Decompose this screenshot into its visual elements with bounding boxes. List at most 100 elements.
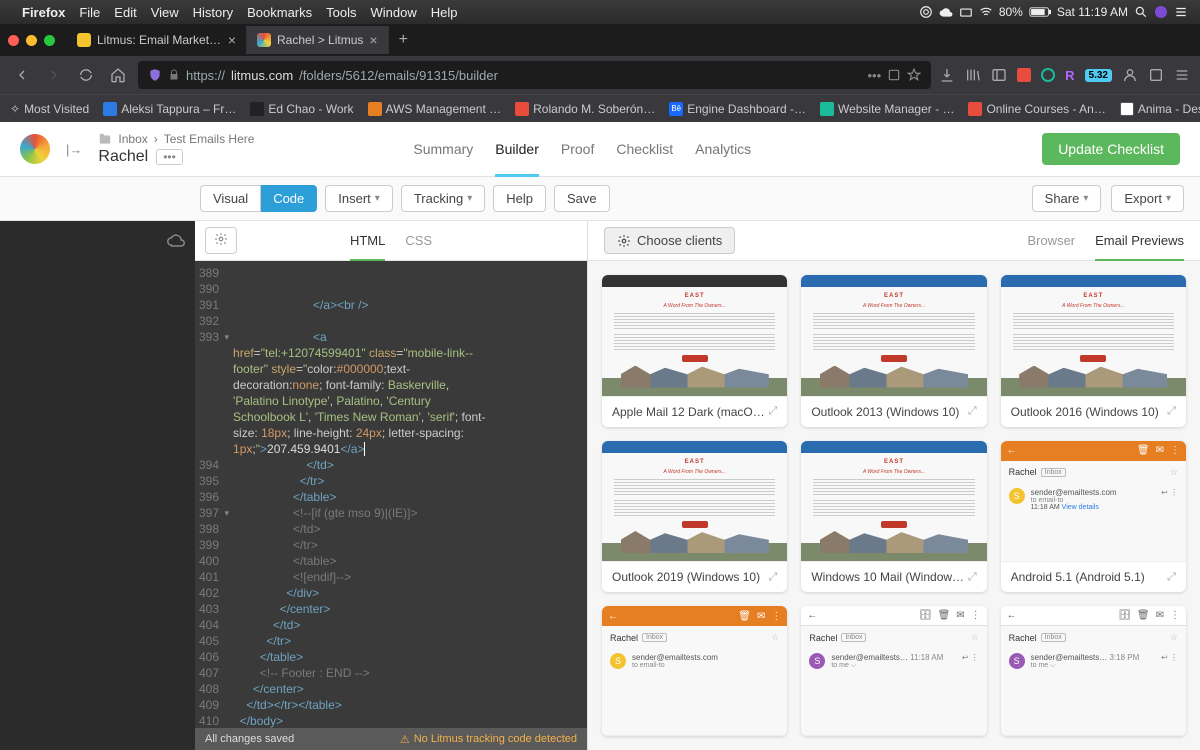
cc-icon[interactable] xyxy=(919,5,933,19)
tab-summary[interactable]: Summary xyxy=(413,141,473,157)
minimize-window[interactable] xyxy=(26,35,37,46)
ext-icon[interactable]: R xyxy=(1065,68,1074,83)
sidebar-icon[interactable] xyxy=(991,67,1007,83)
ext-icon[interactable] xyxy=(1041,68,1055,82)
tracking-button[interactable]: Tracking▾ xyxy=(401,185,485,212)
menu-help[interactable]: Help xyxy=(431,5,458,20)
ext-icon[interactable] xyxy=(1017,68,1031,82)
reader-icon[interactable] xyxy=(887,68,901,82)
share-button[interactable]: Share▾ xyxy=(1032,185,1102,212)
home-button[interactable] xyxy=(106,63,130,87)
crumb-folder[interactable]: Inbox xyxy=(118,132,147,146)
expand-icon[interactable]: ⤢ xyxy=(1167,405,1176,418)
bookmark-item[interactable]: Rolando M. Soberón… xyxy=(515,102,655,116)
menu-edit[interactable]: Edit xyxy=(114,5,136,20)
code-mode-button[interactable]: Code xyxy=(261,185,317,212)
code-content[interactable]: </a><br /> <a href="tel:+12074599401" cl… xyxy=(227,261,587,728)
tab-analytics[interactable]: Analytics xyxy=(695,141,751,157)
preview-tab-email[interactable]: Email Previews xyxy=(1095,233,1184,262)
menu-history[interactable]: History xyxy=(193,5,233,20)
menu-view[interactable]: View xyxy=(151,5,179,20)
html-tab[interactable]: HTML xyxy=(350,233,385,262)
bookmark-item[interactable]: Anima - Design to c… xyxy=(1120,102,1200,116)
export-button[interactable]: Export▾ xyxy=(1111,185,1184,212)
help-button[interactable]: Help xyxy=(493,185,546,212)
tracking-warning[interactable]: ⚠No Litmus tracking code detected xyxy=(400,733,577,746)
preview-grid[interactable]: EAST A Word From The Owners... Apple Mai… xyxy=(588,261,1200,750)
visual-mode-button[interactable]: Visual xyxy=(200,185,261,212)
expand-icon[interactable]: ⤢ xyxy=(1167,571,1176,584)
forward-button[interactable] xyxy=(42,63,66,87)
tab-checklist[interactable]: Checklist xyxy=(616,141,673,157)
profile-icon[interactable] xyxy=(1122,67,1138,83)
preview-card[interactable]: ←🗑✉⋮ RachelInbox☆ Ssender@emailtests.com… xyxy=(602,606,787,736)
page-actions-icon[interactable]: ••• xyxy=(867,68,881,83)
bookmark-item[interactable]: ✧Most Visited xyxy=(10,102,89,116)
close-window[interactable] xyxy=(8,35,19,46)
bookmark-item[interactable]: BēEngine Dashboard -… xyxy=(669,102,806,116)
preview-card[interactable]: EAST A Word From The Owners... Outlook 2… xyxy=(801,275,986,427)
more-menu[interactable]: ••• xyxy=(156,149,183,165)
ext-badge[interactable]: 5.32 xyxy=(1085,69,1112,82)
bookmark-item[interactable]: Online Courses - An… xyxy=(968,102,1105,116)
close-tab-icon[interactable]: × xyxy=(369,32,377,48)
insert-button[interactable]: Insert▾ xyxy=(325,185,393,212)
back-button[interactable] xyxy=(10,63,34,87)
expand-icon[interactable]: ⤢ xyxy=(769,571,778,584)
new-tab-button[interactable]: + xyxy=(389,31,418,49)
css-tab[interactable]: CSS xyxy=(405,233,432,248)
preview-card[interactable]: EAST A Word From The Owners... Outlook 2… xyxy=(1001,275,1186,427)
editor-settings-button[interactable] xyxy=(205,227,237,254)
control-center-icon[interactable] xyxy=(1174,5,1188,19)
builder-toolbar: Visual Code Insert▾ Tracking▾ Help Save … xyxy=(0,177,1200,221)
preview-tab-browser[interactable]: Browser xyxy=(1027,233,1075,249)
expand-icon[interactable]: ⤢ xyxy=(968,405,977,418)
bookmark-item[interactable]: Aleksi Tappura – Fr… xyxy=(103,102,236,116)
battery-percent: 80% xyxy=(999,5,1023,19)
preview-card[interactable]: ←🗑✉⋮ RachelInbox☆ Ssender@emailtests.com… xyxy=(1001,441,1186,593)
sync-icon[interactable] xyxy=(167,231,185,249)
crumb-folder[interactable]: Test Emails Here xyxy=(164,132,255,146)
sidebar-toggle-icon[interactable]: |→ xyxy=(66,142,82,157)
menu-tools[interactable]: Tools xyxy=(326,5,356,20)
url-input[interactable]: https://litmus.com/folders/5612/emails/9… xyxy=(138,61,931,89)
preview-card[interactable]: ←🗄🗑✉⋮ RachelInbox☆ Ssender@emailtests… 3… xyxy=(1001,606,1186,736)
expand-icon[interactable]: ⤢ xyxy=(968,571,977,584)
code-editor[interactable]: 389390391392393▾394395396397▾39839940040… xyxy=(195,261,587,728)
preview-card[interactable]: EAST A Word From The Owners... Outlook 2… xyxy=(602,441,787,593)
library-icon[interactable] xyxy=(965,67,981,83)
litmus-logo[interactable] xyxy=(20,134,50,164)
preview-card[interactable]: ←🗄🗑✉⋮ RachelInbox☆ Ssender@emailtests… 1… xyxy=(801,606,986,736)
menu-icon[interactable] xyxy=(1174,67,1190,83)
cloud-icon[interactable] xyxy=(939,5,953,19)
favicon-icon xyxy=(257,33,271,47)
bookmark-item[interactable]: AWS Management … xyxy=(368,102,502,116)
update-checklist-button[interactable]: Update Checklist xyxy=(1042,133,1180,165)
expand-icon[interactable]: ⤢ xyxy=(769,405,778,418)
bookmark-star-icon[interactable] xyxy=(907,68,921,82)
choose-clients-button[interactable]: Choose clients xyxy=(604,227,735,254)
preview-card[interactable]: EAST A Word From The Owners... Apple Mai… xyxy=(602,275,787,427)
download-icon[interactable] xyxy=(939,67,955,83)
extensions-icon[interactable] xyxy=(1148,67,1164,83)
tab-builder[interactable]: Builder xyxy=(495,141,539,177)
wifi-icon[interactable] xyxy=(979,5,993,19)
siri-icon[interactable] xyxy=(1154,5,1168,19)
bookmark-item[interactable]: Ed Chao - Work xyxy=(250,102,353,116)
menu-bookmarks[interactable]: Bookmarks xyxy=(247,5,312,20)
keyboard-icon[interactable] xyxy=(959,5,973,19)
browser-tab-0[interactable]: Litmus: Email Marketing, Made… × xyxy=(67,26,247,54)
app-name[interactable]: Firefox xyxy=(22,5,65,20)
browser-tab-1[interactable]: Rachel > Litmus × xyxy=(247,26,389,54)
close-tab-icon[interactable]: × xyxy=(228,32,236,48)
search-icon[interactable] xyxy=(1134,5,1148,19)
menu-window[interactable]: Window xyxy=(371,5,417,20)
maximize-window[interactable] xyxy=(44,35,55,46)
preview-card[interactable]: EAST A Word From The Owners... Windows 1… xyxy=(801,441,986,593)
menu-file[interactable]: File xyxy=(79,5,100,20)
bookmark-item[interactable]: Website Manager - … xyxy=(820,102,955,116)
reload-button[interactable] xyxy=(74,63,98,87)
clock[interactable]: Sat 11:19 AM xyxy=(1057,5,1128,19)
tab-proof[interactable]: Proof xyxy=(561,141,594,157)
save-button[interactable]: Save xyxy=(554,185,610,212)
